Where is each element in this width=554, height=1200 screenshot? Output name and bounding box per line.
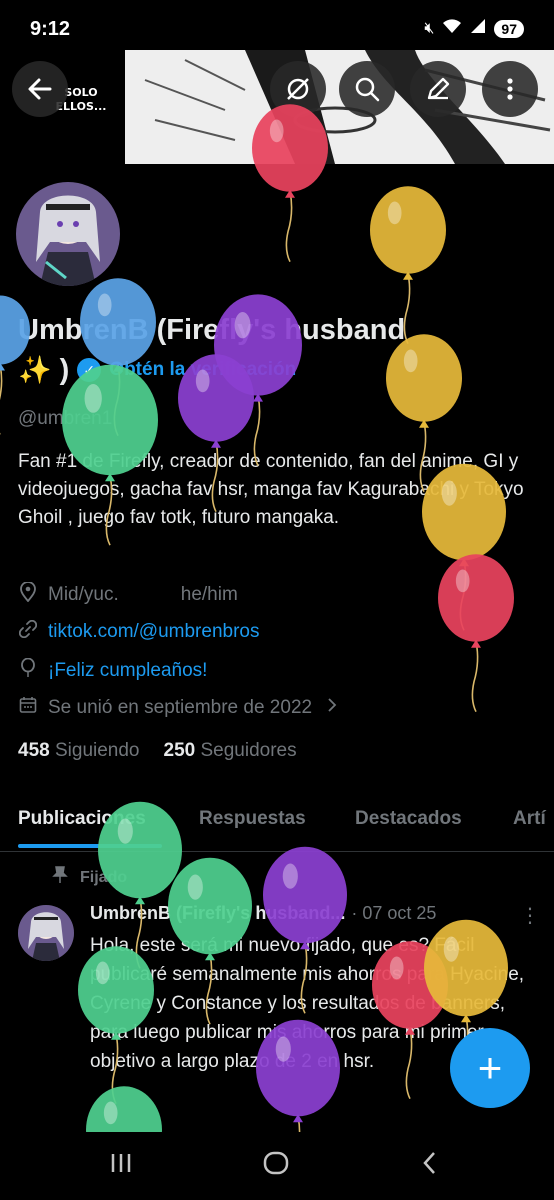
status-time: 9:12 bbox=[30, 18, 71, 40]
mute-icon: 🔇︎ bbox=[424, 19, 435, 37]
joined-row[interactable]: Se unió en septiembre de 2022 bbox=[18, 696, 338, 719]
profile-bio: Fan #1 de Firefly, creador de contenido,… bbox=[18, 451, 524, 528]
back-nav-button[interactable] bbox=[420, 1150, 440, 1183]
compose-post-button[interactable]: + bbox=[450, 1028, 530, 1108]
profile-tabs: Publicaciones Respuestas Destacados Artí bbox=[0, 798, 554, 852]
birthday-text[interactable]: ¡Feliz cumpleaños! bbox=[48, 660, 207, 682]
post-more-icon[interactable]: ⋮ bbox=[520, 903, 540, 928]
pin-icon bbox=[52, 866, 68, 889]
tab-articulos[interactable]: Artí bbox=[513, 808, 546, 830]
pinned-label: Fijado bbox=[80, 868, 128, 886]
post-date[interactable]: · 07 oct 25 bbox=[351, 903, 436, 924]
tab-publicaciones[interactable]: Publicaciones bbox=[18, 808, 146, 830]
pinned-label-row: Fijado bbox=[52, 866, 127, 889]
hide-button[interactable] bbox=[270, 61, 326, 117]
balloon bbox=[438, 554, 514, 713]
profile-website-link[interactable]: tiktok.com/@umbrenbros bbox=[48, 621, 259, 643]
home-button[interactable] bbox=[262, 1150, 290, 1183]
followers-count: 250 bbox=[163, 740, 196, 761]
display-name-line2: ✨ ) ✓ Obtén la verificación bbox=[18, 352, 296, 388]
following-count: 458 bbox=[18, 740, 50, 761]
joined-text: Se unió en septiembre de 2022 bbox=[48, 696, 313, 718]
system-nav-bar bbox=[0, 1132, 554, 1200]
location-pin-icon bbox=[18, 581, 38, 607]
get-verified-link[interactable]: Obtén la verificación bbox=[109, 359, 296, 381]
status-icons: 🔇︎ 97 bbox=[424, 18, 524, 39]
birthday-row: ¡Feliz cumpleaños! bbox=[18, 657, 207, 683]
post-header: UmbrenB (Firefly's husband... · 07 oct 2… bbox=[90, 903, 540, 924]
chevron-right-icon bbox=[326, 697, 338, 719]
verified-badge-icon[interactable]: ✓ bbox=[77, 358, 102, 382]
link-row[interactable]: tiktok.com/@umbrenbros bbox=[18, 619, 259, 643]
arrow-left-icon bbox=[28, 78, 52, 100]
location-text: Mid/yuc. bbox=[48, 583, 119, 605]
calendar-icon bbox=[18, 696, 38, 719]
recent-apps-button[interactable] bbox=[108, 1150, 134, 1183]
active-tab-indicator bbox=[18, 844, 162, 848]
followers-link[interactable]: 250 Seguidores bbox=[164, 740, 297, 762]
back-button[interactable] bbox=[12, 61, 68, 117]
signal-icon bbox=[470, 18, 486, 39]
location-row: Mid/yuc. he/him bbox=[18, 581, 238, 607]
profile-avatar[interactable] bbox=[12, 178, 124, 290]
more-vertical-icon bbox=[507, 78, 513, 100]
post-avatar[interactable] bbox=[18, 905, 74, 961]
following-label: Siguiendo bbox=[54, 740, 140, 761]
pronouns-text: he/him bbox=[180, 583, 238, 605]
follow-counts: 458 Siguiendo 250 Seguidores bbox=[18, 740, 297, 762]
search-icon bbox=[355, 77, 380, 102]
battery-badge: 97 bbox=[494, 19, 524, 38]
following-link[interactable]: 458 Siguiendo bbox=[18, 740, 140, 762]
pencil-icon bbox=[427, 77, 450, 100]
display-name: UmbrenB (Firefly's husband bbox=[18, 314, 406, 346]
name-close: ) bbox=[59, 353, 70, 386]
tab-respuestas[interactable]: Respuestas bbox=[199, 808, 306, 830]
post-author[interactable]: UmbrenB (Firefly's husband... bbox=[90, 903, 345, 924]
edit-button[interactable] bbox=[410, 61, 466, 117]
balloon-icon bbox=[18, 657, 38, 683]
search-button[interactable] bbox=[339, 61, 395, 117]
more-button[interactable] bbox=[482, 61, 538, 117]
wifi-icon bbox=[442, 18, 462, 39]
eye-slash-icon bbox=[287, 78, 309, 100]
sparkles-icon: ✨ bbox=[18, 355, 52, 385]
link-icon bbox=[18, 619, 38, 643]
tab-destacados[interactable]: Destacados bbox=[355, 808, 462, 830]
profile-handle: @umbren1 bbox=[18, 408, 113, 429]
followers-label: Seguidores bbox=[200, 740, 297, 761]
